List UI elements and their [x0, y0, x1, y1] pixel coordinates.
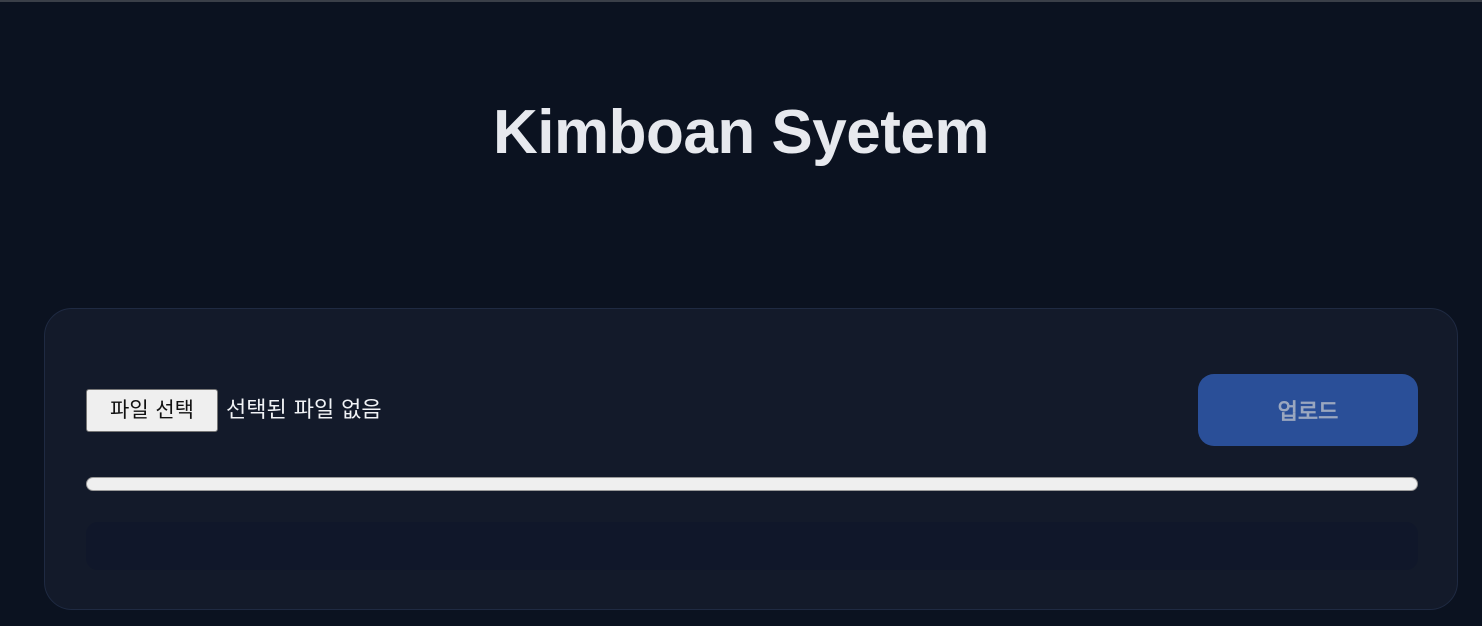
file-input[interactable]: 파일 선택 선택된 파일 없음 [86, 389, 382, 432]
upload-panel: 파일 선택 선택된 파일 없음 업로드 [44, 308, 1458, 610]
upload-progress-bar [86, 477, 1418, 491]
page-title: Kimboan Syetem [492, 98, 990, 167]
file-status-label: 선택된 파일 없음 [226, 398, 382, 423]
window-top-border [0, 0, 1482, 2]
upload-button[interactable]: 업로드 [1198, 374, 1418, 446]
choose-file-button[interactable]: 파일 선택 [86, 389, 218, 432]
upload-result-area [86, 522, 1418, 570]
